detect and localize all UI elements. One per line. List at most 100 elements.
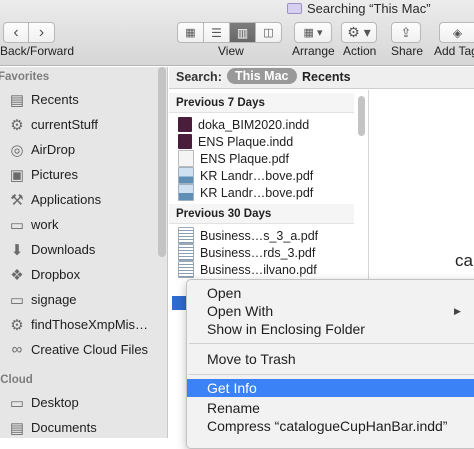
menu-item-label: Move to Trash bbox=[207, 351, 296, 367]
search-label: Search: bbox=[176, 70, 222, 84]
forward-button[interactable]: › bbox=[29, 22, 55, 43]
menu-item-label: Compress “catalogueCupHanBar.indd” bbox=[207, 418, 448, 434]
preview-text: ca bbox=[455, 251, 473, 270]
gallery-icon: ◫ bbox=[263, 27, 274, 39]
list-icon: ☰ bbox=[211, 25, 222, 40]
gear-folder-icon: ⚙ bbox=[10, 116, 24, 134]
group-header: Previous 30 Days bbox=[169, 204, 354, 224]
share-button[interactable]: ⇪ bbox=[391, 22, 421, 43]
sidebar-item[interactable]: ▤ Recents bbox=[0, 87, 160, 112]
view-list-button[interactable]: ☰ bbox=[204, 22, 230, 43]
doc-file-icon bbox=[178, 227, 194, 244]
img-file-icon bbox=[178, 184, 194, 201]
sidebar-item-label: Downloads bbox=[31, 242, 96, 257]
img-file-icon bbox=[178, 167, 194, 184]
dropbox-icon: ❖ bbox=[10, 266, 24, 284]
sidebar-item-label: currentStuff bbox=[31, 117, 98, 132]
menu-separator bbox=[189, 374, 474, 375]
sidebar-item-label: Documents bbox=[31, 420, 97, 435]
folder-icon: ▭ bbox=[9, 291, 25, 309]
menu-item-show-in-enclosing-folder[interactable]: Show in Enclosing Folder bbox=[187, 320, 474, 338]
file-row[interactable]: ENS Plaque.indd bbox=[169, 133, 354, 150]
sidebar-item[interactable]: ▭ signage bbox=[0, 287, 160, 312]
add-tags-button[interactable]: ◈ bbox=[439, 22, 474, 43]
toolbar: Searching “This Mac” ‹ › Back/Forward ▦ … bbox=[0, 0, 474, 66]
arrange-icon: ▦ ▾ bbox=[303, 27, 323, 39]
sidebar-item[interactable]: ▤ Documents bbox=[0, 415, 160, 440]
file-row[interactable]: KR Landr…bove.pdf bbox=[169, 184, 354, 201]
favorites-header: Favorites bbox=[0, 71, 50, 83]
doc-file-icon bbox=[178, 244, 194, 261]
file-row[interactable]: KR Landr…bove.pdf bbox=[169, 167, 354, 184]
documents-icon: ▤ bbox=[9, 419, 25, 437]
file-name: Business…s_3_a.pdf bbox=[200, 228, 319, 243]
sidebar-item[interactable]: ⚒ Applications bbox=[0, 187, 160, 212]
tag-icon: ◈ bbox=[452, 25, 463, 40]
view-icon-button[interactable]: ▦ bbox=[177, 22, 204, 43]
sidebar-item-label: work bbox=[31, 217, 59, 232]
menu-item-open-with[interactable]: Open With ▶ bbox=[187, 302, 474, 320]
sidebar-item-label: signage bbox=[31, 292, 77, 307]
doc-file-icon bbox=[178, 261, 194, 278]
gear-folder-icon: ⚙ bbox=[10, 316, 24, 334]
sidebar-item[interactable]: ∞ Creative Cloud Files bbox=[0, 337, 160, 362]
view-column-button[interactable]: ▥ bbox=[230, 22, 256, 43]
menu-item-label: Get Info bbox=[207, 380, 257, 396]
sidebar-item-label: Creative Cloud Files bbox=[31, 342, 149, 357]
sidebar-item[interactable]: ▣ Pictures bbox=[0, 162, 160, 187]
share-label: Share bbox=[391, 44, 424, 58]
file-row[interactable]: Business…s_3_a.pdf bbox=[169, 227, 354, 244]
icloud-header: iCloud bbox=[0, 374, 33, 386]
sidebar-item-label: AirDrop bbox=[31, 142, 76, 157]
menu-item-get-info[interactable]: Get Info bbox=[187, 379, 474, 397]
file-row[interactable]: ENS Plaque.pdf bbox=[169, 150, 354, 167]
menu-item-rename[interactable]: Rename bbox=[187, 399, 474, 417]
selected-file-icon[interactable] bbox=[172, 296, 186, 310]
folder-icon bbox=[287, 3, 302, 14]
search-scope-bar: Search: This Mac Recents bbox=[169, 67, 474, 89]
indd-file-icon bbox=[178, 117, 192, 132]
downloads-icon: ⬇ bbox=[10, 241, 24, 259]
indd-file-icon bbox=[178, 134, 192, 149]
file-row[interactable]: doka_BIM2020.indd bbox=[169, 116, 354, 133]
applications-icon: ⚒ bbox=[10, 191, 24, 209]
view-gallery-button[interactable]: ◫ bbox=[256, 22, 282, 43]
file-row[interactable]: Business…ilvano.pdf bbox=[169, 261, 354, 278]
menu-item-open[interactable]: Open bbox=[187, 284, 474, 302]
group-header: Previous 7 Days bbox=[169, 93, 354, 113]
menu-item-compress[interactable]: Compress “catalogueCupHanBar.indd” bbox=[187, 417, 474, 435]
back-forward-label: Back/Forward bbox=[0, 44, 75, 58]
share-icon: ⇪ bbox=[400, 24, 412, 40]
context-menu: Open Open With ▶ Show in Enclosing Folde… bbox=[186, 279, 474, 449]
recents-icon: ▤ bbox=[9, 91, 25, 109]
chevron-left-icon: ‹ bbox=[13, 23, 19, 41]
menu-item-label: Rename bbox=[207, 400, 260, 416]
sidebar-scrollbar[interactable] bbox=[158, 67, 166, 257]
sidebar-item[interactable]: ❖ Dropbox bbox=[0, 262, 160, 287]
file-name: Business…ilvano.pdf bbox=[200, 262, 317, 277]
file-name: KR Landr…bove.pdf bbox=[200, 168, 314, 183]
results-scrollbar[interactable] bbox=[358, 96, 365, 136]
sidebar-item[interactable]: ⚙ findThoseXmpMis… bbox=[0, 312, 160, 337]
pdf-file-icon bbox=[178, 150, 194, 167]
sidebar-item[interactable]: ◎ AirDrop bbox=[0, 137, 160, 162]
menu-item-label: Open bbox=[207, 285, 242, 301]
sidebar-item[interactable]: ▭ Desktop bbox=[0, 390, 160, 415]
grid-icon: ▦ bbox=[185, 27, 196, 39]
file-row[interactable]: Business…rds_3.pdf bbox=[169, 244, 354, 261]
scope-this-mac[interactable]: This Mac bbox=[227, 68, 297, 84]
sidebar-item-label: Recents bbox=[31, 92, 79, 107]
sidebar-item-label: Pictures bbox=[31, 167, 78, 182]
sidebar-item[interactable]: ⬇ Downloads bbox=[0, 237, 160, 262]
arrange-button[interactable]: ▦ ▾ bbox=[294, 22, 332, 43]
arrange-label: Arrange bbox=[292, 44, 335, 58]
folder-icon: ▭ bbox=[9, 216, 25, 234]
sidebar-item[interactable]: ⚙ currentStuff bbox=[0, 112, 160, 137]
window-title: Searching “This Mac” bbox=[307, 1, 431, 16]
sidebar-item[interactable]: ▭ work bbox=[0, 212, 160, 237]
menu-item-move-to-trash[interactable]: Move to Trash bbox=[187, 350, 474, 368]
scope-recents[interactable]: Recents bbox=[302, 70, 351, 84]
action-button[interactable]: ⚙ ▾ bbox=[341, 22, 377, 43]
back-button[interactable]: ‹ bbox=[3, 22, 29, 43]
creative-cloud-icon: ∞ bbox=[11, 341, 23, 358]
